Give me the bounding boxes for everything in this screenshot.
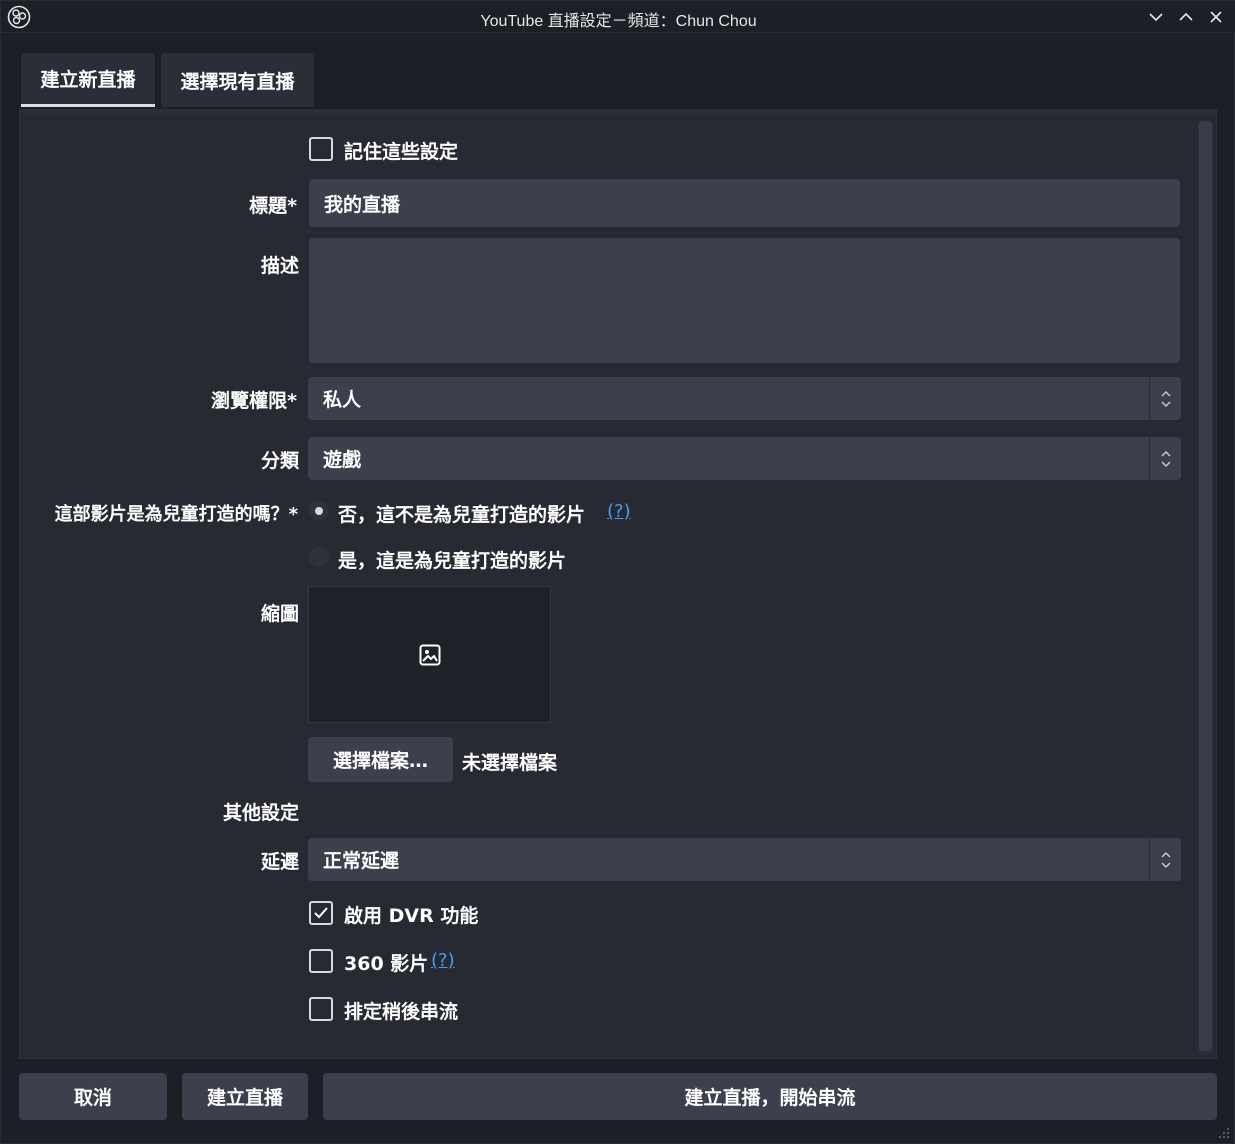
- privacy-select[interactable]: 私人: [308, 377, 1181, 420]
- privacy-label: 瀏覽權限*: [211, 390, 297, 412]
- window-title: YouTube 直播設定－頻道：Chun Chou: [480, 13, 757, 30]
- scrollbar-thumb[interactable]: [1199, 121, 1212, 1051]
- category-select[interactable]: 遊戲: [308, 437, 1181, 480]
- vertical-scrollbar[interactable]: [1198, 121, 1213, 1054]
- file-status-text: 未選擇檔案: [462, 752, 558, 774]
- maximize-icon[interactable]: [1176, 7, 1196, 27]
- schedule-label: 排定稍後串流: [344, 1001, 459, 1023]
- description-textarea[interactable]: [309, 238, 1180, 363]
- radio-for-kids-label: 是，這是為兒童打造的影片: [338, 550, 567, 572]
- tab-create-new[interactable]: 建立新直播: [21, 53, 155, 107]
- video360-label: 360 影片: [344, 953, 429, 975]
- dvr-checkbox[interactable]: [309, 901, 333, 925]
- updown-arrows-icon: [1149, 838, 1181, 881]
- privacy-select-value: 私人: [323, 389, 362, 411]
- category-select-value: 遊戲: [323, 449, 362, 471]
- radio-for-kids[interactable]: [309, 547, 329, 567]
- image-icon: [419, 644, 441, 666]
- updown-arrows-icon: [1149, 437, 1181, 480]
- resize-grip-icon[interactable]: [1216, 1125, 1230, 1139]
- radio-not-for-kids-label: 否，這不是為兒童打造的影片: [338, 504, 586, 526]
- video360-help-link[interactable]: (?): [431, 950, 455, 971]
- dialog-window: YouTube 直播設定－頻道：Chun Chou 建立新直播 選擇現有直播 記…: [0, 0, 1235, 1144]
- updown-arrows-icon: [1149, 377, 1181, 420]
- description-label: 描述: [260, 255, 299, 277]
- other-settings-heading: 其他設定: [222, 802, 299, 824]
- thumbnail-preview: [308, 586, 551, 723]
- video360-checkbox[interactable]: [309, 949, 333, 973]
- title-bar: YouTube 直播設定－頻道：Chun Chou: [1, 1, 1235, 33]
- tab-select-existing[interactable]: 選擇現有直播: [161, 53, 314, 107]
- select-file-button[interactable]: 選擇檔案…: [308, 737, 453, 782]
- latency-select-value: 正常延遲: [323, 850, 400, 872]
- minimize-icon[interactable]: [1146, 7, 1166, 27]
- made-for-kids-help-link[interactable]: (?): [607, 501, 631, 522]
- thumbnail-label: 縮圖: [260, 603, 299, 625]
- made-for-kids-label: 這部影片是為兒童打造的嗎？*: [54, 504, 298, 525]
- title-input[interactable]: 我的直播: [309, 179, 1180, 227]
- schedule-checkbox[interactable]: [309, 997, 333, 1021]
- remember-settings-label: 記住這些設定: [344, 141, 459, 163]
- radio-not-for-kids[interactable]: [309, 501, 329, 521]
- cancel-button[interactable]: 取消: [19, 1073, 167, 1120]
- latency-select[interactable]: 正常延遲: [308, 838, 1181, 881]
- dvr-label: 啟用 DVR 功能: [344, 905, 479, 927]
- create-broadcast-button[interactable]: 建立直播: [182, 1073, 308, 1120]
- create-and-start-button[interactable]: 建立直播，開始串流: [323, 1073, 1217, 1120]
- checkmark-icon: [314, 907, 328, 919]
- close-icon[interactable]: [1206, 7, 1226, 27]
- latency-label: 延遲: [260, 851, 299, 873]
- category-label: 分類: [260, 450, 299, 472]
- title-label: 標題*: [249, 195, 297, 217]
- remember-settings-checkbox[interactable]: [309, 137, 333, 161]
